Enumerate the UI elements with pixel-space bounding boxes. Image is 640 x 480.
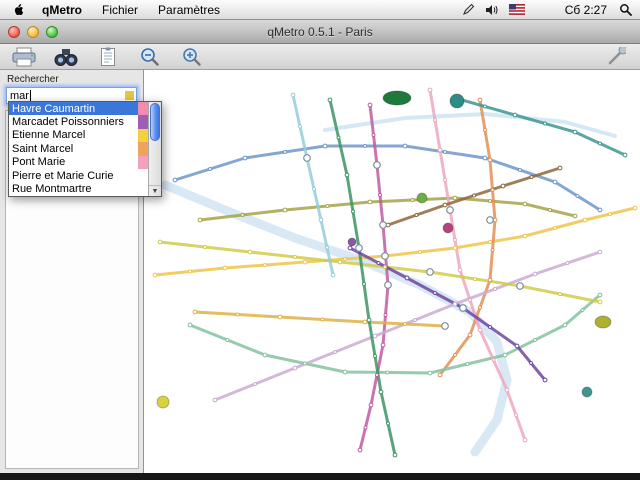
us-flag-icon[interactable] [509, 4, 525, 15]
suggestion-item[interactable]: Pont Marie [9, 156, 148, 169]
suggestion-label: Pont Marie [9, 156, 138, 168]
close-button[interactable] [8, 26, 20, 38]
search-input-text: mar [10, 90, 29, 102]
zoom-out-icon[interactable] [136, 46, 164, 68]
scroll-down-arrow-icon[interactable]: ▼ [149, 185, 161, 196]
metro-map-svg [145, 70, 640, 473]
desktop-edge [0, 473, 640, 480]
toolbar [0, 44, 640, 70]
volume-icon[interactable] [485, 4, 499, 16]
menu-item-fichier[interactable]: Fichier [92, 1, 148, 19]
suggestion-label: Pierre et Marie Curie [9, 170, 138, 182]
window-title-bar[interactable]: qMetro 0.5.1 - Paris [0, 20, 640, 44]
menu-item-qmetro[interactable]: qMetro [32, 1, 92, 19]
suggestion-item[interactable]: Marcadet Poissonniers [9, 115, 148, 128]
search-suggestions-list: Havre CaumartinMarcadet PoissonniersEtie… [9, 102, 148, 196]
text-caret [30, 90, 31, 101]
line-color-chip [125, 91, 134, 100]
suggestion-label: Saint Marcel [9, 143, 138, 155]
line-color-chip [138, 142, 148, 155]
line-color-chip [138, 182, 148, 195]
suggestion-item[interactable]: Etienne Marcel [9, 129, 148, 142]
metro-map[interactable] [145, 70, 640, 473]
pen-icon[interactable] [462, 3, 475, 16]
suggestion-item[interactable]: Pierre et Marie Curie [9, 169, 148, 182]
suggestion-item[interactable]: Havre Caumartin [9, 102, 148, 115]
suggestion-label: Marcadet Poissonniers [9, 116, 138, 128]
spotlight-icon[interactable] [619, 3, 632, 16]
print-icon[interactable] [10, 46, 38, 68]
suggestion-item[interactable]: Rue Montmartre [9, 182, 148, 195]
suggestion-label: Etienne Marcel [9, 129, 138, 141]
line-color-chip [138, 156, 148, 169]
suggestion-label: Havre Caumartin [9, 103, 138, 115]
zoom-button[interactable] [46, 26, 58, 38]
scrollbar-thumb[interactable] [150, 103, 160, 141]
zoom-in-icon[interactable] [178, 46, 206, 68]
tools-icon[interactable] [602, 46, 630, 68]
binoculars-icon[interactable] [52, 46, 80, 68]
menu-bar: qMetro Fichier Paramètres Сб 2:27 [0, 0, 640, 20]
suggestion-label: Rue Montmartre [9, 183, 138, 195]
menu-clock[interactable]: Сб 2:27 [535, 3, 609, 17]
minimize-button[interactable] [27, 26, 39, 38]
screen: qMetro Fichier Paramètres Сб 2:27 [0, 0, 640, 480]
line-color-chip [138, 169, 148, 182]
line-color-chip [138, 129, 148, 142]
line-color-chip [138, 115, 148, 128]
document-icon[interactable] [94, 46, 122, 68]
search-label: Rechercher [7, 74, 59, 85]
apple-menu-icon[interactable] [8, 3, 32, 17]
window-title: qMetro 0.5.1 - Paris [267, 25, 372, 39]
line-color-chip [138, 102, 148, 115]
search-suggestions-dropdown: Havre CaumartinMarcadet PoissonniersEtie… [8, 101, 162, 197]
menu-item-parametres[interactable]: Paramètres [148, 1, 230, 19]
suggestion-item[interactable]: Saint Marcel [9, 142, 148, 155]
dropdown-scrollbar[interactable]: ▼ [148, 102, 161, 196]
